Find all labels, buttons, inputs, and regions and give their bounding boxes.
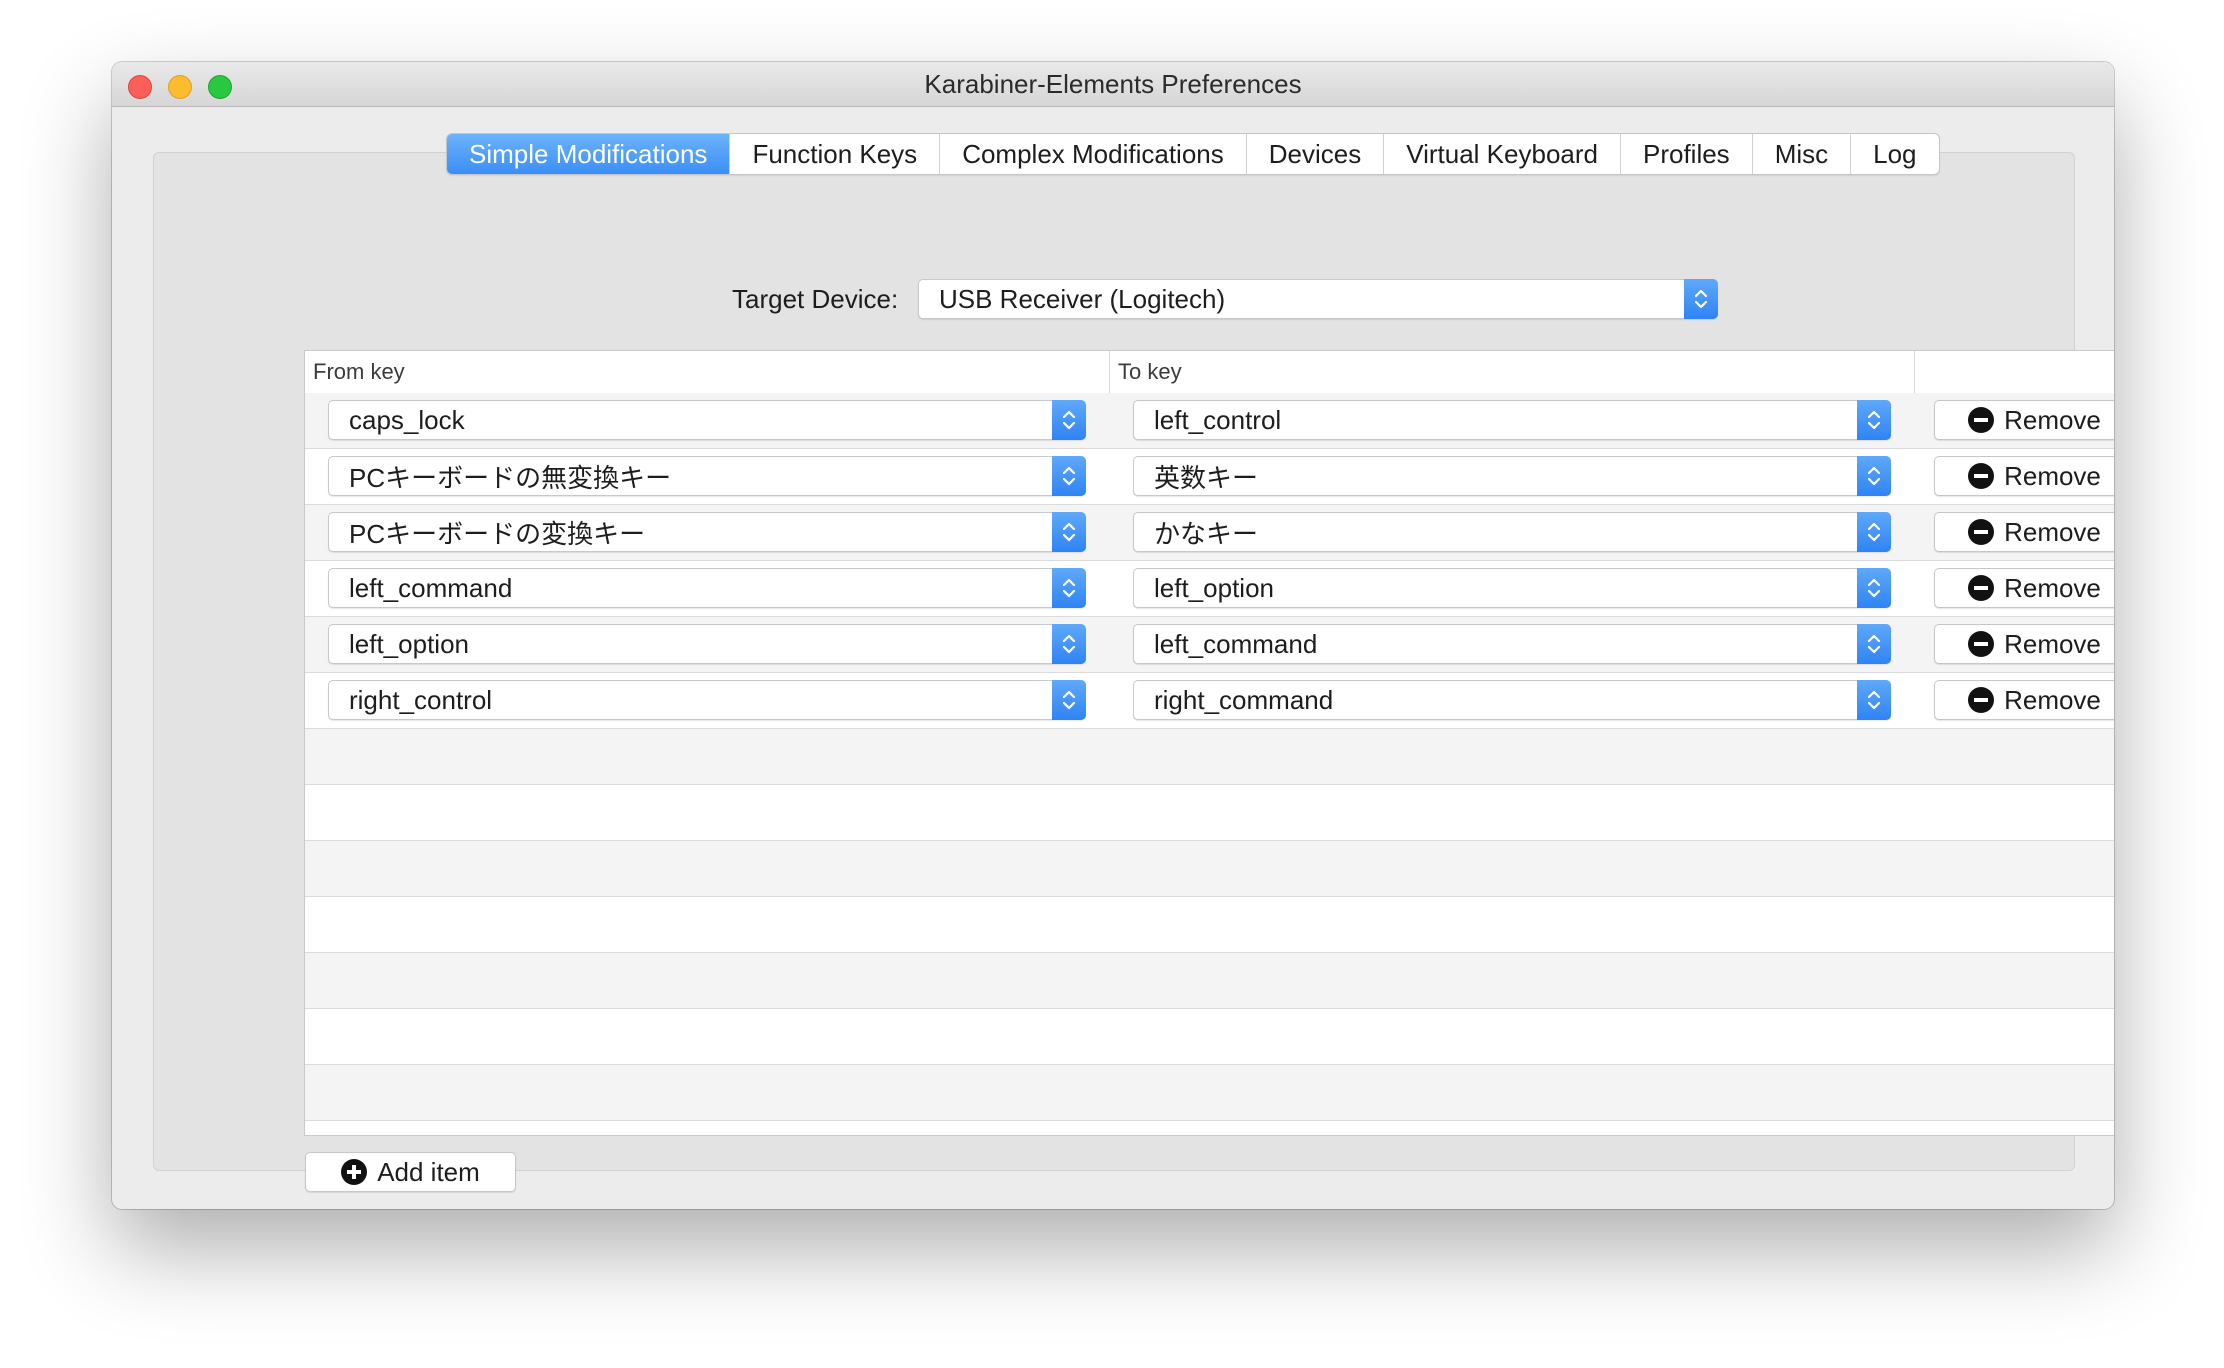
remove-label: Remove [2004, 572, 2101, 603]
empty-table-row [305, 1121, 2114, 1135]
tab-log[interactable]: Log [1851, 134, 1938, 174]
plus-circle-icon [341, 1159, 368, 1185]
from-key-value: left_option [349, 628, 469, 659]
from-key-select[interactable]: caps_lock [328, 400, 1086, 440]
from-key-select[interactable]: PCキーボードの無変換キー [328, 456, 1086, 496]
tab-devices[interactable]: Devices [1247, 134, 1385, 174]
empty-table-row [305, 841, 2114, 897]
remove-button[interactable]: Remove [1934, 456, 2114, 496]
minus-circle-icon [1968, 407, 1995, 433]
to-key-select[interactable]: left_command [1133, 624, 1891, 664]
table-row: PCキーボードの変換キー かなキー Remove [305, 505, 2114, 561]
up-down-chevron-icon [1684, 279, 1718, 319]
from-key-select[interactable]: left_command [328, 568, 1086, 608]
up-down-chevron-icon [1857, 512, 1891, 552]
up-down-chevron-icon [1052, 456, 1086, 496]
minus-circle-icon [1968, 575, 1995, 601]
empty-table-row [305, 729, 2114, 785]
table-row: caps_lock left_control Remove [305, 393, 2114, 449]
empty-table-row [305, 897, 2114, 953]
from-key-value: left_command [349, 572, 513, 603]
to-key-value: 英数キー [1154, 462, 1259, 493]
tab-misc[interactable]: Misc [1753, 134, 1852, 174]
remove-label: Remove [2004, 628, 2101, 659]
tab-simple-modifications[interactable]: Simple Modifications [447, 134, 731, 174]
to-key-value: right_command [1154, 684, 1334, 715]
minus-circle-icon [1968, 519, 1995, 545]
to-key-value: left_control [1154, 404, 1282, 435]
tab-complex-modifications[interactable]: Complex Modifications [940, 134, 1247, 174]
table-header: From key To key [305, 351, 2114, 394]
minus-circle-icon [1968, 463, 1995, 489]
remove-button[interactable]: Remove [1934, 624, 2114, 664]
target-device-select[interactable]: USB Receiver (Logitech) [918, 279, 1718, 319]
up-down-chevron-icon [1052, 512, 1086, 552]
up-down-chevron-icon [1857, 456, 1891, 496]
remove-label: Remove [2004, 404, 2101, 435]
table-row: PCキーボードの無変換キー 英数キー Remove [305, 449, 2114, 505]
to-key-value: left_command [1154, 628, 1318, 659]
add-item-label: Add item [377, 1156, 480, 1187]
tab-profiles[interactable]: Profiles [1621, 134, 1753, 174]
table-row: right_control right_command Remove [305, 673, 2114, 729]
from-key-value: PCキーボードの変換キー [349, 518, 646, 549]
empty-table-row [305, 953, 2114, 1009]
from-key-value: right_control [349, 684, 493, 715]
up-down-chevron-icon [1857, 568, 1891, 608]
remove-button[interactable]: Remove [1934, 568, 2114, 608]
remove-label: Remove [2004, 516, 2101, 547]
tab-virtual-keyboard[interactable]: Virtual Keyboard [1384, 134, 1621, 174]
remove-button[interactable]: Remove [1934, 512, 2114, 552]
up-down-chevron-icon [1052, 680, 1086, 720]
table-row: left_command left_option Remove [305, 561, 2114, 617]
preferences-window: Karabiner-Elements Preferences Simple Mo… [112, 62, 2114, 1209]
to-key-select[interactable]: left_control [1133, 400, 1891, 440]
from-key-select[interactable]: right_control [328, 680, 1086, 720]
empty-table-row [305, 1065, 2114, 1121]
remove-button[interactable]: Remove [1934, 680, 2114, 720]
remove-label: Remove [2004, 460, 2101, 491]
desktop: Karabiner-Elements Preferences Simple Mo… [0, 0, 2224, 1368]
title-bar: Karabiner-Elements Preferences [112, 62, 2114, 107]
target-device-label: Target Device: [732, 284, 899, 314]
to-key-select[interactable]: 英数キー [1133, 456, 1891, 496]
up-down-chevron-icon [1857, 624, 1891, 664]
to-key-value: left_option [1154, 572, 1274, 603]
from-key-select[interactable]: left_option [328, 624, 1086, 664]
remove-button[interactable]: Remove [1934, 400, 2114, 440]
column-header-from-key[interactable]: From key [305, 351, 1110, 393]
from-key-value: PCキーボードの無変換キー [349, 462, 672, 493]
up-down-chevron-icon [1052, 568, 1086, 608]
from-key-select[interactable]: PCキーボードの変換キー [328, 512, 1086, 552]
to-key-select[interactable]: right_command [1133, 680, 1891, 720]
modifications-table: From key To key caps_lock left_control Rem… [304, 350, 2114, 1136]
up-down-chevron-icon [1857, 400, 1891, 440]
add-item-button[interactable]: Add item [305, 1152, 516, 1192]
from-key-value: caps_lock [349, 404, 465, 435]
column-header-to-key[interactable]: To key [1110, 351, 1915, 393]
up-down-chevron-icon [1857, 680, 1891, 720]
tab-bar: Simple Modifications Function Keys Compl… [446, 133, 1940, 175]
empty-table-row [305, 785, 2114, 841]
to-key-value: かなキー [1154, 518, 1259, 549]
minus-circle-icon [1968, 631, 1995, 657]
to-key-select[interactable]: かなキー [1133, 512, 1891, 552]
tab-function-keys[interactable]: Function Keys [730, 134, 941, 174]
column-header-action [1915, 351, 2114, 393]
up-down-chevron-icon [1052, 400, 1086, 440]
empty-table-row [305, 1009, 2114, 1065]
remove-label: Remove [2004, 684, 2101, 715]
up-down-chevron-icon [1052, 624, 1086, 664]
minus-circle-icon [1968, 687, 1995, 713]
to-key-select[interactable]: left_option [1133, 568, 1891, 608]
window-title: Karabiner-Elements Preferences [924, 69, 1302, 99]
target-device-value: USB Receiver (Logitech) [939, 283, 1226, 314]
table-row: left_option left_command Remove [305, 617, 2114, 673]
